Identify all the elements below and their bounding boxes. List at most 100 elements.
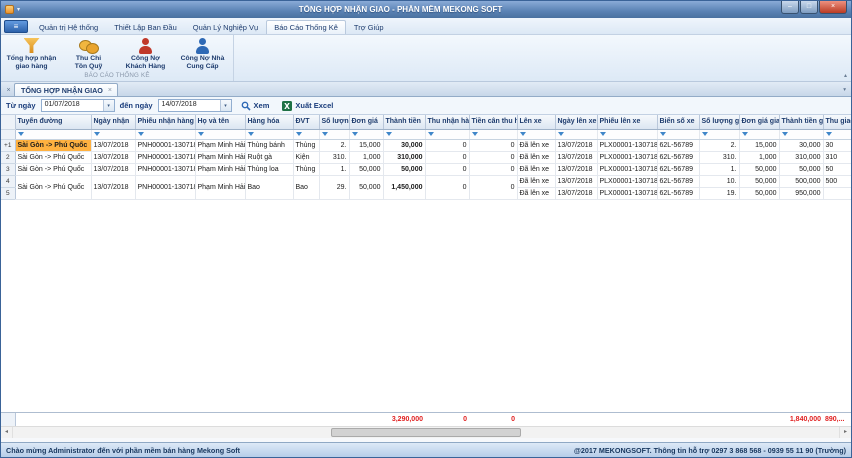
grid-cell[interactable]: 1. (699, 163, 739, 175)
grid-cell[interactable]: Sài Gòn -> Phú Quốc (15, 163, 91, 175)
view-button[interactable]: Xem (237, 100, 274, 112)
column-header-16[interactable]: Số lượng giao (699, 115, 739, 129)
grid-cell[interactable]: 310,000 (383, 151, 425, 163)
filter-cell-16[interactable] (699, 129, 739, 139)
filter-cell-14[interactable] (597, 129, 657, 139)
grid-cell[interactable]: 13/07/2018 (555, 175, 597, 187)
grid-cell[interactable]: Bao (293, 175, 319, 199)
filter-cell-12[interactable] (517, 129, 555, 139)
grid-cell[interactable]: 13/07/2018 (91, 163, 135, 175)
application-menu-button[interactable]: ≡ (4, 20, 28, 33)
menu-item-2[interactable]: Thiết Lập Ban Đầu (106, 20, 185, 34)
export-excel-button[interactable]: X Xuất Excel (278, 100, 337, 112)
maximize-button[interactable]: □ (800, 1, 818, 14)
grid-cell[interactable]: 310. (319, 151, 349, 163)
column-header-17[interactable]: Đơn giá giao (739, 115, 779, 129)
column-header-2[interactable]: Ngày nhận (91, 115, 135, 129)
grid-cell[interactable]: 50,000 (383, 163, 425, 175)
filter-cell-18[interactable] (779, 129, 823, 139)
grid-cell[interactable]: 500 (823, 175, 851, 187)
grid-cell[interactable]: Thùng (293, 163, 319, 175)
tabstrip-close-icon[interactable]: × (3, 87, 14, 96)
grid-cell[interactable]: 15,000 (739, 139, 779, 151)
menu-item-4[interactable]: Báo Cáo Thống Kê (266, 20, 346, 34)
grid-cell[interactable]: Đã lên xe (517, 139, 555, 151)
tab-list-icon[interactable]: ▾ (840, 87, 849, 96)
grid-cell[interactable]: Thùng (293, 139, 319, 151)
filter-cell-2[interactable] (91, 129, 135, 139)
grid-cell[interactable]: 0 (469, 139, 517, 151)
column-header-13[interactable]: Ngày lên xe (555, 115, 597, 129)
grid-cell[interactable]: 1. (319, 163, 349, 175)
grid-cell[interactable]: 50 (823, 163, 851, 175)
menu-item-5[interactable]: Trợ Giúp (346, 20, 392, 34)
grid-cell[interactable]: 30 (823, 139, 851, 151)
row-indicator[interactable]: 4 (1, 175, 15, 187)
grid-cell[interactable]: 0 (425, 151, 469, 163)
column-header-7[interactable]: Số lượng (319, 115, 349, 129)
grid-cell[interactable]: 310 (823, 151, 851, 163)
grid-cell[interactable]: 13/07/2018 (91, 151, 135, 163)
grid-cell[interactable]: Phạm Minh Hải (195, 175, 245, 199)
grid-cell[interactable]: Bao (245, 175, 293, 199)
grid-cell[interactable]: 15,000 (349, 139, 383, 151)
grid-cell[interactable]: 13/07/2018 (555, 151, 597, 163)
grid-cell[interactable]: 13/07/2018 (91, 175, 135, 199)
grid-cell[interactable]: Phạm Minh Hải (195, 139, 245, 151)
tab-close-icon[interactable]: × (108, 87, 112, 94)
column-header-3[interactable]: Phiếu nhận hàng (135, 115, 195, 129)
grid-cell[interactable]: Phạm Minh Hải (195, 163, 245, 175)
grid-cell[interactable]: 50,000 (739, 187, 779, 199)
grid-cell[interactable]: Ruột gà (245, 151, 293, 163)
horizontal-scrollbar[interactable]: ◂ ▸ (1, 426, 851, 438)
from-date-picker[interactable]: 01/07/2018 ▾ (41, 99, 115, 112)
grid-cell[interactable]: 500,000 (779, 175, 823, 187)
filter-cell-17[interactable] (739, 129, 779, 139)
grid-cell[interactable]: 1,450,000 (383, 175, 425, 199)
grid-cell[interactable]: PLX00001-130718 (597, 151, 657, 163)
grid-cell[interactable]: 0 (425, 175, 469, 199)
grid-cell[interactable]: 0 (469, 163, 517, 175)
ribbon-button-3[interactable]: Công NợKhách Hàng (117, 35, 174, 72)
column-header-10[interactable]: Thu nhận hàng (425, 115, 469, 129)
grid-cell[interactable]: PNH00001-130718 (135, 175, 195, 199)
grid-cell[interactable]: Sài Gòn -> Phú Quốc (15, 175, 91, 199)
grid-cell[interactable]: 62L-56789 (657, 151, 699, 163)
ribbon-button-2[interactable]: Thu ChiTồn Quỹ (60, 35, 117, 72)
grid-cell[interactable]: 13/07/2018 (555, 163, 597, 175)
filter-cell-8[interactable] (349, 129, 383, 139)
grid-cell[interactable]: 10. (699, 175, 739, 187)
close-button[interactable]: × (819, 1, 847, 14)
scroll-left-icon[interactable]: ◂ (1, 427, 13, 438)
column-header-6[interactable]: ĐVT (293, 115, 319, 129)
column-header-5[interactable]: Hàng hóa (245, 115, 293, 129)
grid-cell[interactable]: Đã lên xe (517, 163, 555, 175)
grid-cell[interactable]: 310,000 (779, 151, 823, 163)
grid-cell[interactable]: 50,000 (739, 175, 779, 187)
column-header-9[interactable]: Thành tiền (383, 115, 425, 129)
grid-cell[interactable]: PLX00001-130718 (597, 187, 657, 199)
grid-cell[interactable]: Phạm Minh Hải (195, 151, 245, 163)
grid-cell[interactable]: Đã lên xe (517, 175, 555, 187)
grid-cell[interactable]: 0 (469, 175, 517, 199)
filter-cell-7[interactable] (319, 129, 349, 139)
column-header-8[interactable]: Đơn giá (349, 115, 383, 129)
grid-cell[interactable]: PLX00001-130718 (597, 175, 657, 187)
filter-cell-19[interactable] (823, 129, 851, 139)
grid-cell[interactable]: 29. (319, 175, 349, 199)
filter-cell-3[interactable] (135, 129, 195, 139)
grid-cell[interactable]: 0 (469, 151, 517, 163)
grid-cell[interactable]: 13/07/2018 (91, 139, 135, 151)
grid-cell[interactable]: Kiện (293, 151, 319, 163)
filter-cell-5[interactable] (245, 129, 293, 139)
grid-cell[interactable]: Thùng bánh (245, 139, 293, 151)
filter-cell-10[interactable] (425, 129, 469, 139)
grid-cell[interactable]: Thùng loa (245, 163, 293, 175)
row-indicator[interactable]: 3 (1, 163, 15, 175)
to-date-dropdown-icon[interactable]: ▾ (220, 100, 231, 111)
row-indicator[interactable]: 5 (1, 187, 15, 199)
grid-cell[interactable]: Sài Gòn -> Phú Quốc (15, 139, 91, 151)
column-header-4[interactable]: Họ và tên (195, 115, 245, 129)
grid-cell[interactable]: 19. (699, 187, 739, 199)
grid-cell[interactable]: 62L-56789 (657, 139, 699, 151)
